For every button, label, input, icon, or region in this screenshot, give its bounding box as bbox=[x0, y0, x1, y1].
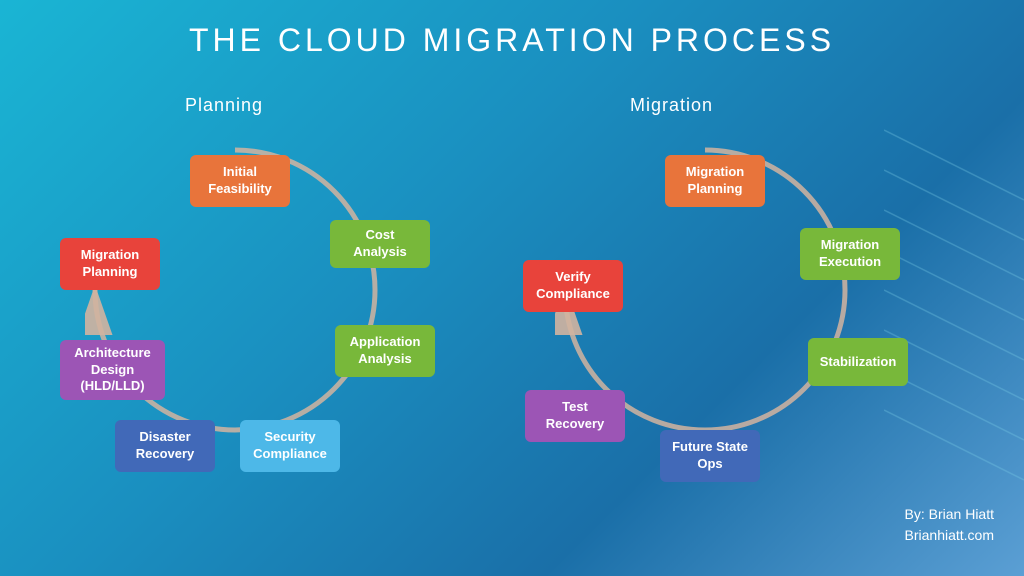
cost-analysis-box: Cost Analysis bbox=[330, 220, 430, 268]
planning-section-label: Planning bbox=[185, 95, 263, 116]
migration-planning-left-box: Migration Planning bbox=[60, 238, 160, 290]
future-state-ops-box: Future State Ops bbox=[660, 430, 760, 482]
attribution-line1: By: Brian Hiatt bbox=[905, 504, 994, 525]
verify-compliance-box: Verify Compliance bbox=[523, 260, 623, 312]
test-recovery-box: Test Recovery bbox=[525, 390, 625, 442]
migration-execution-box: Migration Execution bbox=[800, 228, 900, 280]
attribution-line2: Brianhiatt.com bbox=[905, 525, 994, 546]
stabilization-box: Stabilization bbox=[808, 338, 908, 386]
initial-feasibility-box: Initial Feasibility bbox=[190, 155, 290, 207]
page-title: THE CLOUD MIGRATION PROCESS bbox=[0, 0, 1024, 59]
migration-section-label: Migration bbox=[630, 95, 713, 116]
security-compliance-box: Security Compliance bbox=[240, 420, 340, 472]
migration-planning-right-box: Migration Planning bbox=[665, 155, 765, 207]
attribution: By: Brian Hiatt Brianhiatt.com bbox=[905, 504, 994, 546]
decorative-lines bbox=[884, 0, 1024, 576]
application-analysis-box: Application Analysis bbox=[335, 325, 435, 377]
architecture-design-box: Architecture Design (HLD/LLD) bbox=[60, 340, 165, 400]
disaster-recovery-box: Disaster Recovery bbox=[115, 420, 215, 472]
